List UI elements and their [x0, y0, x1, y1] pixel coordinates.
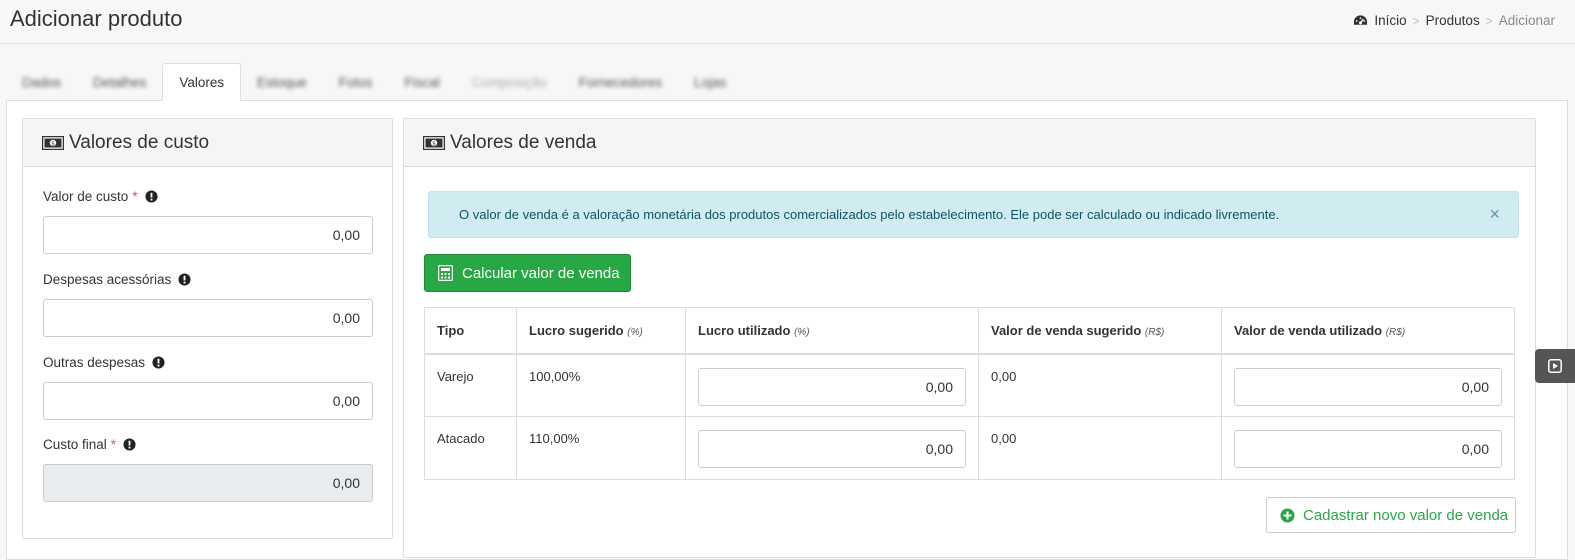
- column-header-venda-sugerido: Valor de venda sugerido (R$): [978, 307, 1222, 355]
- other-expenses-label: Outras despesas: [43, 355, 165, 370]
- sale-panel-heading: $ Valores de venda: [404, 119, 1535, 167]
- side-panel-toggle[interactable]: [1535, 349, 1575, 383]
- column-header-tipo: Tipo: [424, 307, 517, 355]
- info-icon[interactable]: [145, 190, 158, 203]
- cell-lucro-sugerido: 110,00%: [516, 416, 686, 480]
- svg-text:$: $: [51, 140, 55, 147]
- tab-estoque[interactable]: Estoque: [241, 63, 323, 101]
- breadcrumb-home-link[interactable]: Início: [1374, 13, 1406, 28]
- tab-valores[interactable]: Valores: [162, 63, 242, 101]
- column-header-lucro-sugerido: Lucro sugerido (%): [516, 307, 686, 355]
- dashboard-icon: [1354, 14, 1368, 25]
- info-icon[interactable]: [178, 273, 191, 286]
- tab-composicao: Composição: [471, 74, 547, 90]
- svg-text:$: $: [432, 140, 436, 147]
- cell-lucro-utilizado: 0,00: [685, 416, 979, 480]
- cell-venda-sugerido: 0,00: [978, 353, 1222, 417]
- lucro-utilizado-input[interactable]: 0,00: [698, 367, 966, 406]
- product-tabs: Dados Detalhes Valores Estoque Fotos Fis…: [6, 63, 1566, 101]
- venda-utilizado-input[interactable]: 0,00: [1234, 367, 1502, 406]
- cost-panel-heading: $ Valores de custo: [23, 119, 392, 167]
- info-icon[interactable]: [152, 356, 165, 369]
- accessory-expenses-label: Despesas acessórias: [43, 272, 191, 287]
- required-marker: *: [132, 189, 138, 204]
- tab-fiscal[interactable]: Fiscal: [388, 63, 455, 101]
- cost-panel-title: Valores de custo: [69, 131, 210, 153]
- cell-venda-sugerido: 0,00: [978, 416, 1222, 480]
- cell-tipo: Varejo: [424, 353, 517, 417]
- breadcrumb-current: Adicionar: [1498, 13, 1555, 28]
- sale-values-table: Tipo Lucro sugerido (%) Lucro utilizado …: [424, 307, 1515, 480]
- tab-fotos[interactable]: Fotos: [323, 63, 389, 101]
- venda-utilizado-input[interactable]: 0,00: [1234, 430, 1502, 468]
- add-button-label: Cadastrar novo valor de venda: [1303, 506, 1509, 524]
- cost-value-label: Valor de custo *: [43, 189, 158, 204]
- page-header: Adicionar produto Início > Produtos > Ad…: [0, 0, 1575, 44]
- money-icon: $: [423, 135, 445, 150]
- cell-lucro-sugerido: 100,00%: [516, 353, 686, 417]
- final-cost-label: Custo final *: [43, 437, 136, 452]
- add-sale-value-button[interactable]: Cadastrar novo valor de venda: [1266, 497, 1516, 533]
- calculator-icon: [438, 265, 453, 281]
- sale-panel: $ Valores de venda O valor de venda é a …: [403, 118, 1536, 558]
- column-header-lucro-utilizado: Lucro utilizado (%): [685, 307, 979, 355]
- cost-value-input[interactable]: 0,00: [43, 216, 373, 254]
- other-expenses-input[interactable]: 0,00: [43, 382, 373, 420]
- table-header-row: Tipo Lucro sugerido (%) Lucro utilizado …: [424, 307, 1515, 355]
- tab-lojas[interactable]: Lojas: [678, 63, 742, 101]
- tab-detalhes[interactable]: Detalhes: [77, 63, 162, 101]
- plus-circle-icon: [1280, 508, 1295, 522]
- required-marker: *: [110, 437, 117, 452]
- breadcrumb: Início > Produtos > Adicionar: [1353, 13, 1555, 28]
- alert-text: O valor de venda é a valoração monetária…: [459, 207, 1280, 222]
- info-alert: O valor de venda é a valoração monetária…: [428, 191, 1519, 238]
- column-header-venda-utilizado: Valor de venda utilizado (R$): [1221, 307, 1515, 355]
- cell-venda-utilizado: 0,00: [1221, 416, 1515, 480]
- cost-panel: $ Valores de custo Valor de custo * 0,00 …: [22, 118, 393, 539]
- breadcrumb-products-link[interactable]: Produtos: [1426, 13, 1480, 28]
- alert-close-button[interactable]: ×: [1489, 205, 1500, 223]
- table-row: Atacado 110,00% 0,00 0,00 0,00: [424, 416, 1515, 480]
- accessory-expenses-input[interactable]: 0,00: [43, 299, 373, 337]
- cell-tipo: Atacado: [424, 416, 517, 480]
- play-icon: [1548, 359, 1562, 373]
- breadcrumb-separator: >: [1485, 13, 1493, 28]
- calculate-sale-value-button[interactable]: Calcular valor de venda: [424, 254, 631, 292]
- cell-lucro-utilizado: 0,00: [685, 353, 979, 417]
- info-icon[interactable]: [123, 438, 136, 451]
- cell-venda-utilizado: 0,00: [1221, 353, 1515, 417]
- sale-panel-title: Valores de venda: [450, 131, 597, 153]
- lucro-utilizado-input[interactable]: 0,00: [698, 430, 966, 468]
- tab-dados[interactable]: Dados: [6, 63, 77, 101]
- money-icon: $: [42, 135, 64, 150]
- page-title: Adicionar produto: [10, 6, 183, 31]
- breadcrumb-separator: >: [1412, 13, 1420, 28]
- tab-fornecedores[interactable]: Fornecedores: [563, 63, 678, 101]
- calculate-button-label: Calcular valor de venda: [462, 264, 620, 282]
- table-row: Varejo 100,00% 0,00 0,00 0,00: [424, 353, 1515, 417]
- final-cost-input: 0,00: [43, 464, 373, 502]
